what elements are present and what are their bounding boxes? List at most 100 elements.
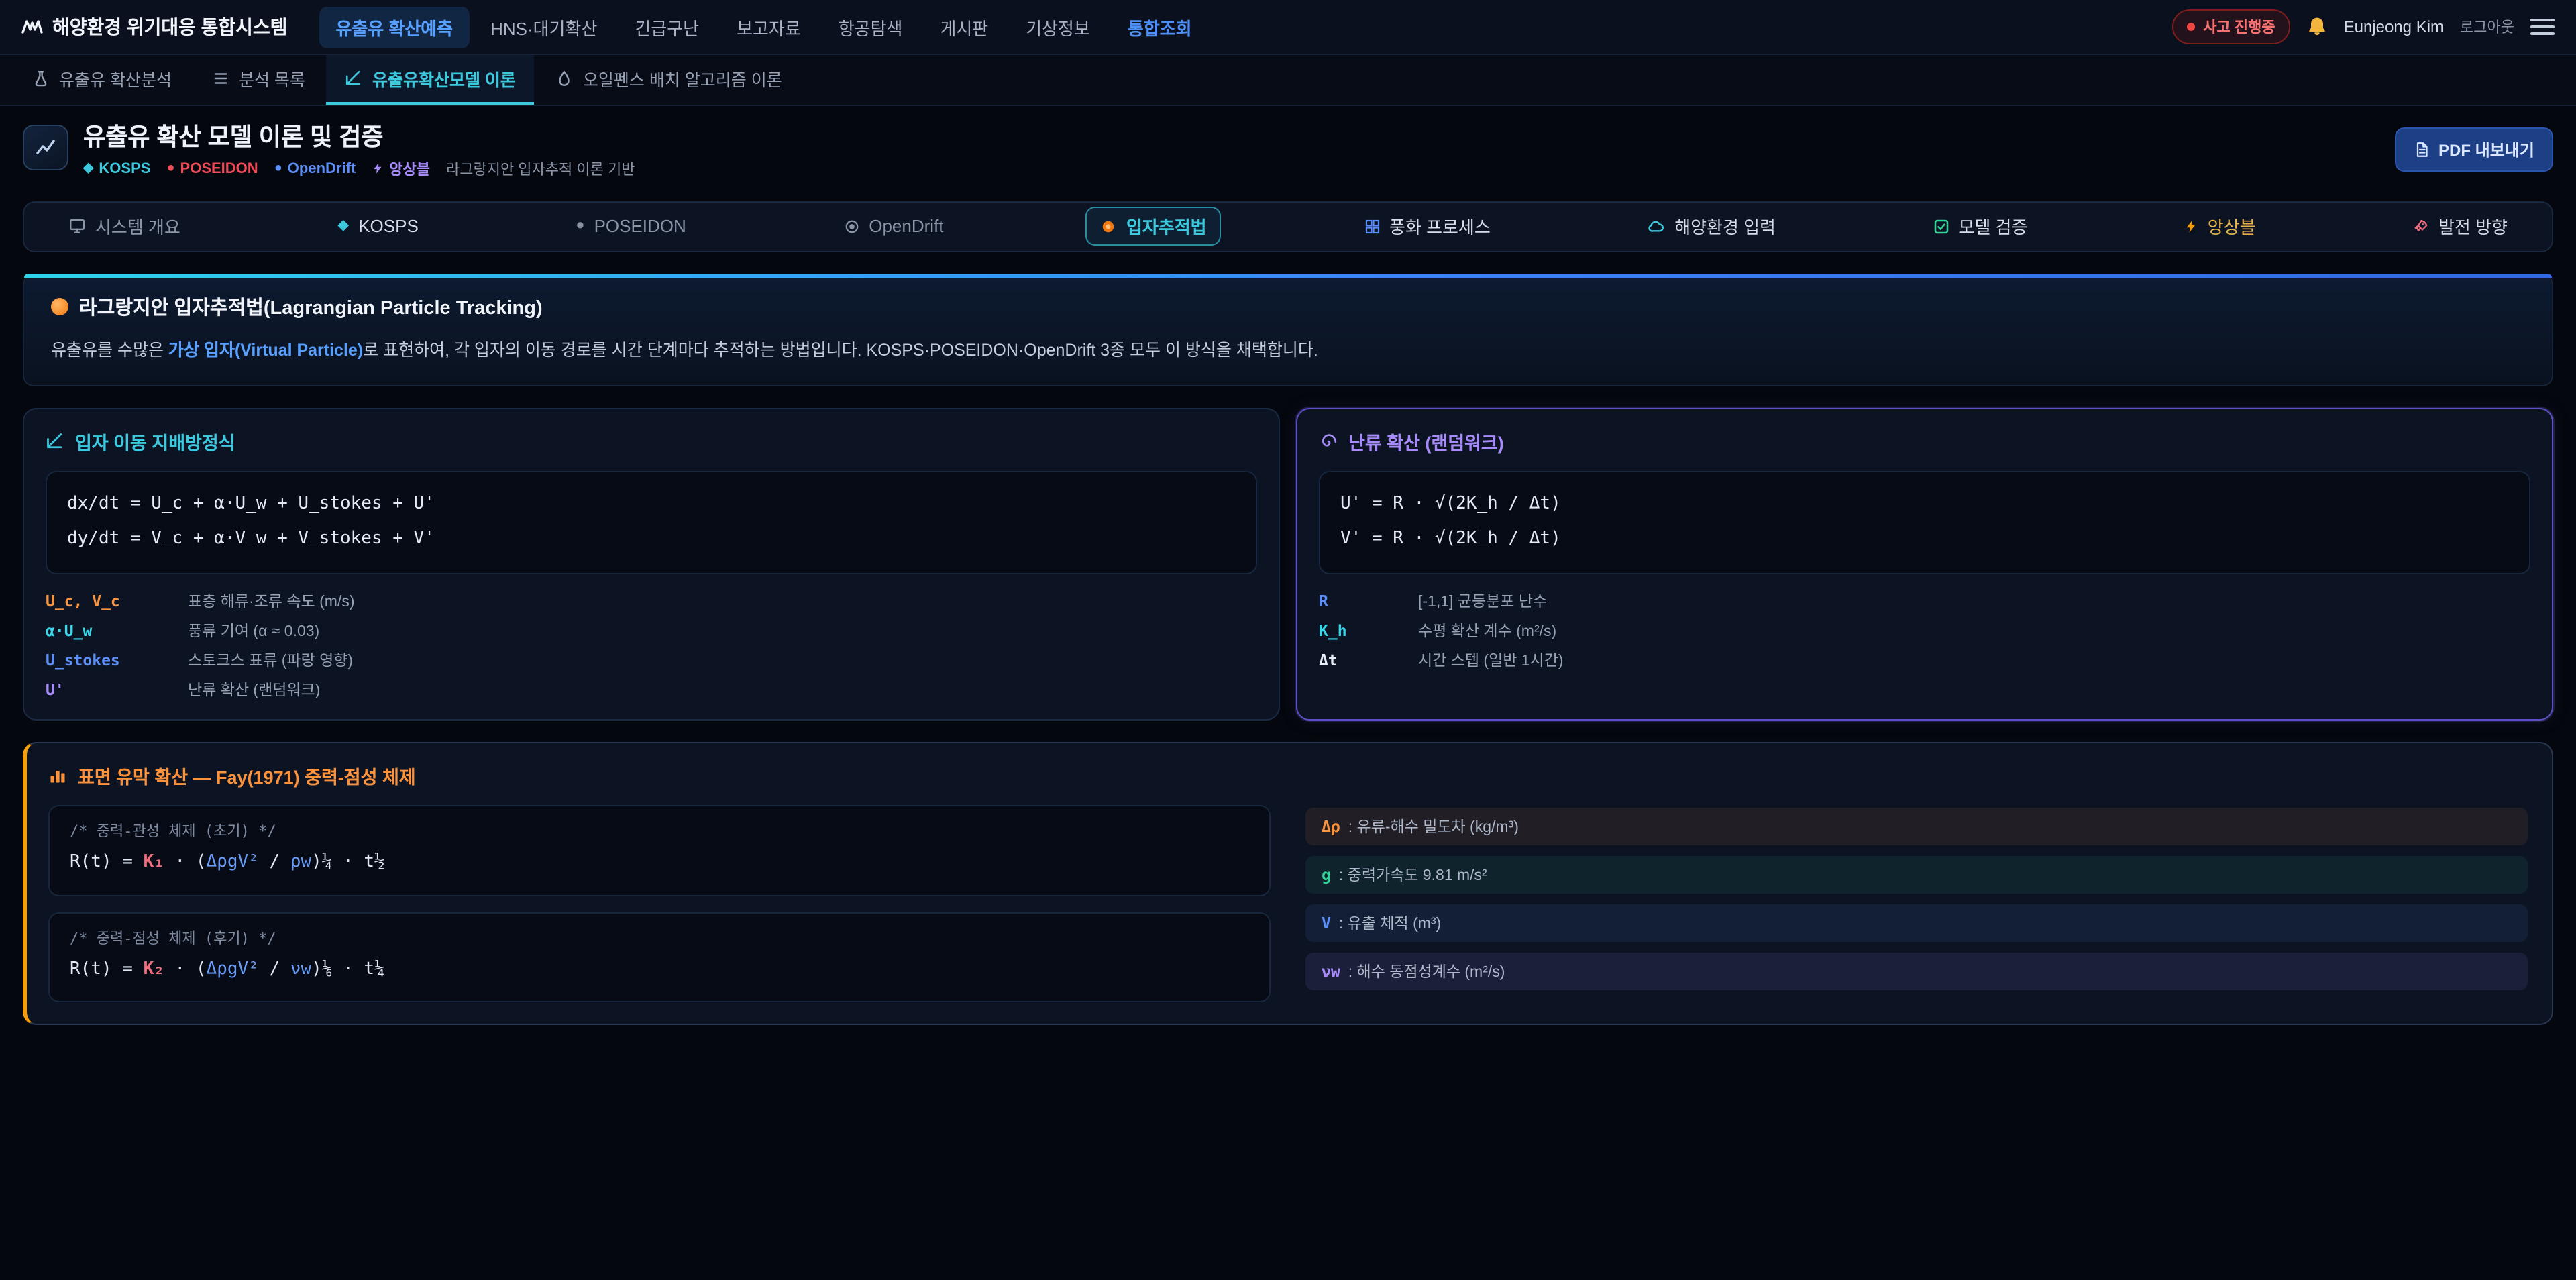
orange-particle-icon xyxy=(1101,219,1117,235)
tab-ensemble[interactable]: 앙상블 xyxy=(2170,207,2271,246)
governing-card-title: 입자 이동 지배방정식 xyxy=(46,428,1257,455)
random-walk-code-block: U' = R · √(2K_h / Δt) V' = R · √(2K_h / … xyxy=(1319,471,2530,575)
gravity-inertia-formula: R(t) = K₁ · (ΔρgV² / ρw)¼ · t½ xyxy=(70,852,385,872)
random-walk-card-title: 난류 확산 (랜덤워크) xyxy=(1319,428,2530,455)
page-content: 유출유 확산 모델 이론 및 검증 ◆ KOSPS ● POSEIDON ● O… xyxy=(0,106,2576,1025)
term-symbol: K_h xyxy=(1319,621,1405,640)
droplet-icon xyxy=(556,70,574,87)
term-symbol: V xyxy=(1322,914,1331,932)
opendrift-badge: ● OpenDrift xyxy=(274,161,356,177)
incident-status-badge[interactable]: 사고 진행중 xyxy=(2172,9,2290,44)
gravity-inertia-code-block: /* 중력-관성 체제 (초기) */ R(t) = K₁ · (ΔρgV² /… xyxy=(48,805,1271,896)
tab-weathering-process[interactable]: 풍화 프로세스 xyxy=(1349,207,1505,246)
term-symbol: Δt xyxy=(1319,651,1405,670)
hamburger-menu-icon[interactable] xyxy=(2530,19,2555,35)
kosps-badge: ◆ KOSPS xyxy=(83,161,150,177)
logo-text: 해양환경 위기대응 통합시스템 xyxy=(52,13,287,40)
tab-particle-tracking[interactable]: 입자추적법 xyxy=(1086,207,1222,246)
nav-item-weather-info[interactable]: 기상정보 xyxy=(1010,6,1106,48)
code-comment: /* 중력-관성 체제 (초기) */ xyxy=(70,822,276,840)
term-symbol: U_c, V_c xyxy=(46,592,174,610)
term-symbol: νw xyxy=(1322,962,1340,981)
pdf-export-label: PDF 내보내기 xyxy=(2438,138,2534,161)
term-desc: : 유출 체적 (m³) xyxy=(1339,912,1441,934)
def-row-density: Δρ : 유류-해수 밀도차 (kg/m³) xyxy=(1305,808,2528,845)
virtual-particle-highlight: 가상 입자(Virtual Particle) xyxy=(168,341,363,360)
tab-kosps[interactable]: ◆ KOSPS xyxy=(323,210,433,244)
term-symbol: g xyxy=(1322,865,1331,884)
random-walk-term-list: R [-1,1] 균등분포 난수 K_h 수평 확산 계수 (m²/s) Δt … xyxy=(1319,590,2530,671)
term-desc: 난류 확산 (랜덤워크) xyxy=(188,679,1257,700)
ensemble-badge: 앙상블 xyxy=(372,158,430,180)
term-symbol: α·U_w xyxy=(46,621,174,640)
bolt-icon xyxy=(2185,219,2198,235)
rocket-icon xyxy=(2413,219,2429,235)
main-nav: 유출유 확산예측 HNS·대기확산 긴급구난 보고자료 항공탐색 게시판 기상정… xyxy=(319,6,2159,48)
tab-opendrift[interactable]: OpenDrift xyxy=(828,210,958,244)
page-subtitle: 라그랑지안 입자추적 이론 기반 xyxy=(446,158,635,180)
diamond-icon: ◆ xyxy=(337,219,349,234)
tab-marine-environment-input[interactable]: 해양환경 입력 xyxy=(1633,207,1790,246)
list-icon xyxy=(212,70,229,87)
term-desc: 시간 스텝 (일반 1시간) xyxy=(1418,649,2530,671)
bolt-icon xyxy=(372,162,384,176)
nav-item-hns-dispersion[interactable]: HNS·대기확산 xyxy=(474,6,613,48)
notification-bell-icon[interactable] xyxy=(2306,16,2328,38)
gravity-viscous-formula: R(t) = K₂ · (ΔρgV² / νw)⅙ · t¼ xyxy=(70,959,385,979)
check-square-icon xyxy=(1933,219,1949,235)
fay-definitions-column: Δρ : 유류-해수 밀도차 (kg/m³) g : 중력가속도 9.81 m/… xyxy=(1305,805,2528,990)
term-desc: : 해수 동점성계수 (m²/s) xyxy=(1348,961,1505,982)
tab-model-validation[interactable]: 모델 검증 xyxy=(1918,207,2042,246)
ruler-chart-icon xyxy=(46,432,64,451)
app-logo[interactable]: 해양환경 위기대응 통합시스템 xyxy=(21,13,287,40)
term-desc: : 중력가속도 9.81 m/s² xyxy=(1339,864,1487,886)
top-bar: 해양환경 위기대응 통합시스템 유출유 확산예측 HNS·대기확산 긴급구난 보… xyxy=(0,0,2576,55)
monitor-icon xyxy=(68,218,86,235)
code-comment: /* 중력-점성 체제 (후기) */ xyxy=(70,929,276,947)
theory-description: 유출유를 수많은 가상 입자(Virtual Particle)로 표현하여, … xyxy=(51,337,2525,364)
ruler-chart-icon xyxy=(345,70,363,87)
term-desc: 풍류 기여 (α ≈ 0.03) xyxy=(188,620,1257,641)
subtab-oil-fence-theory[interactable]: 오일펜스 배치 알고리즘 이론 xyxy=(537,55,801,105)
term-desc: 스토크스 표류 (파랑 영향) xyxy=(188,649,1257,671)
page-header: 유출유 확산 모델 이론 및 검증 ◆ KOSPS ● POSEIDON ● O… xyxy=(23,125,2553,180)
document-icon xyxy=(2413,141,2429,158)
random-walk-card: 난류 확산 (랜덤워크) U' = R · √(2K_h / Δt) V' = … xyxy=(1296,408,2553,721)
subtab-label: 오일펜스 배치 알고리즘 이론 xyxy=(583,66,782,91)
logo-icon xyxy=(21,17,43,36)
subtab-spill-analysis[interactable]: 유출유 확산분석 xyxy=(13,55,191,105)
governing-equation-card: 입자 이동 지배방정식 dx/dt = U_c + α·U_w + U_stok… xyxy=(23,408,1280,721)
def-row-viscosity: νw : 해수 동점성계수 (m²/s) xyxy=(1305,953,2528,990)
page-header-text: 유출유 확산 모델 이론 및 검증 ◆ KOSPS ● POSEIDON ● O… xyxy=(83,125,635,180)
nav-item-aerial-search[interactable]: 항공탐색 xyxy=(822,6,919,48)
app-screen: 해양환경 위기대응 통합시스템 유출유 확산예측 HNS·대기확산 긴급구난 보… xyxy=(0,0,2576,1280)
target-icon xyxy=(843,219,859,235)
lagrangian-theory-section: 라그랑지안 입자추적법(Lagrangian Particle Tracking… xyxy=(23,274,2553,386)
tab-poseidon[interactable]: ● POSEIDON xyxy=(561,210,701,244)
nav-item-emergency-rescue[interactable]: 긴급구난 xyxy=(619,6,715,48)
fay-card-title: 표면 유막 확산 — Fay(1971) 중력-점성 체제 xyxy=(48,762,2528,789)
pdf-export-button[interactable]: PDF 내보내기 xyxy=(2394,127,2553,172)
subtab-analysis-list[interactable]: 분석 목록 xyxy=(193,55,324,105)
term-symbol: U' xyxy=(46,680,174,699)
page-chart-icon xyxy=(23,125,68,170)
nav-item-integrated-search[interactable]: 통합조회 xyxy=(1112,6,1208,48)
nav-item-reports[interactable]: 보고자료 xyxy=(720,6,817,48)
term-symbol: U_stokes xyxy=(46,651,174,670)
circle-icon: ● xyxy=(274,162,282,176)
logout-button[interactable]: 로그아웃 xyxy=(2460,16,2514,38)
nav-item-board[interactable]: 게시판 xyxy=(924,6,1004,48)
def-row-volume: V : 유출 체적 (m³) xyxy=(1305,904,2528,942)
subtab-label: 유출유 확산분석 xyxy=(59,66,172,91)
flask-icon xyxy=(32,70,50,87)
tab-system-overview[interactable]: 시스템 개요 xyxy=(54,207,195,246)
nav-item-oil-spill-forecast[interactable]: 유출유 확산예측 xyxy=(319,6,469,48)
subtab-model-theory[interactable]: 유출유확산모델 이론 xyxy=(327,55,535,105)
tab-future-direction[interactable]: 발전 방향 xyxy=(2398,207,2522,246)
cloud-icon xyxy=(1648,218,1665,235)
user-name[interactable]: Eunjeong Kim xyxy=(2344,17,2444,36)
bar-chart-icon xyxy=(48,766,67,785)
term-desc: [-1,1] 균등분포 난수 xyxy=(1418,590,2530,612)
subtab-label: 분석 목록 xyxy=(239,66,305,91)
equation-cards-row: 입자 이동 지배방정식 dx/dt = U_c + α·U_w + U_stok… xyxy=(23,408,2553,721)
